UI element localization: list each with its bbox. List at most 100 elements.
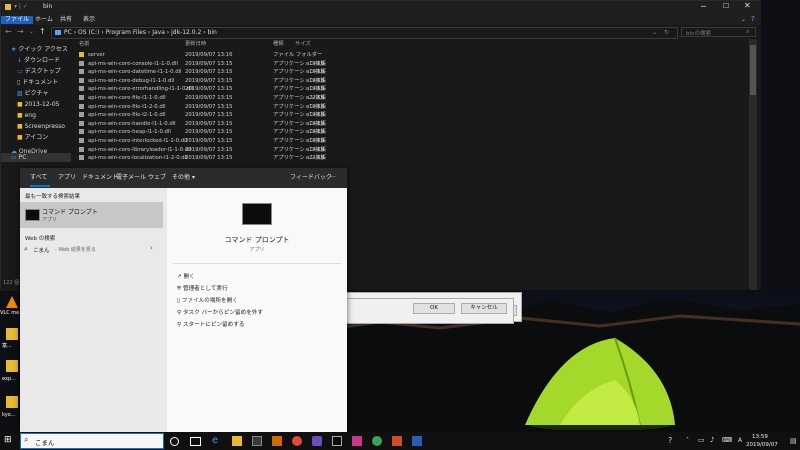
feedback-button[interactable]: フィードバック — [290, 168, 332, 188]
store-icon[interactable] — [252, 436, 262, 446]
breadcrumb-jdk[interactable]: jdk-12.0.2 — [171, 29, 201, 36]
help-icon[interactable]: ? — [751, 15, 755, 23]
chevron-up-icon[interactable]: ˄ — [686, 437, 689, 444]
action-pin-start[interactable]: ⚲ スタートにピン留めする — [177, 320, 244, 330]
dialog-front-cancel-button[interactable]: キャンセル — [461, 303, 507, 314]
breadcrumb-os[interactable]: OS (C:) — [78, 29, 99, 36]
maximize-button[interactable]: ☐ — [723, 2, 729, 10]
filter-more[interactable]: その他 ▾ — [172, 168, 195, 188]
column-date[interactable]: 更新日時 — [185, 40, 206, 48]
windows-start-icon[interactable]: ⊞ — [4, 436, 12, 445]
ime-indicator[interactable]: A — [738, 437, 742, 444]
taskbar-search-box[interactable]: ⌕ こまん — [20, 433, 164, 449]
back-icon[interactable]: ← — [5, 27, 12, 36]
best-match-item[interactable]: コマンド プロンプト アプリ — [20, 202, 163, 228]
column-name[interactable]: 名前 — [79, 40, 90, 48]
file-row[interactable]: api-ms-win-core-heap-l1-1-0.dll 2019/09/0… — [73, 128, 761, 136]
command-prompt-taskbar-icon[interactable] — [332, 436, 342, 446]
notification-icon[interactable]: ▤ — [790, 437, 797, 445]
scrollbar[interactable] — [749, 39, 757, 291]
file-row[interactable]: api-ms-win-core-file-l1-2-0.dll 2019/09/0… — [73, 103, 761, 111]
clock-time[interactable]: 13:59 — [752, 434, 768, 440]
breadcrumb-program-files[interactable]: Program Files — [106, 29, 146, 36]
ribbon-expand-icon[interactable]: ⌄ — [741, 16, 746, 23]
address-bar[interactable]: PC › OS (C:) › Program Files › Java › jd… — [51, 27, 678, 39]
tab-view[interactable]: 表示 — [79, 16, 99, 24]
app-icon-red[interactable] — [392, 436, 402, 446]
filter-email[interactable]: 電子メール — [116, 168, 146, 188]
action-run-as-admin[interactable]: ⛨ 管理者として実行 — [177, 284, 228, 294]
dialog-front-ok-button[interactable]: OK — [413, 303, 455, 314]
action-open[interactable]: ↗ 開く — [177, 272, 195, 282]
up-icon[interactable]: ↑ — [39, 27, 46, 36]
nav-pictures[interactable]: ▨ ピクチャ — [17, 89, 49, 98]
nav-folder-icons[interactable]: ■ アイコン — [17, 133, 48, 142]
file-row[interactable]: api-ms-win-core-localization-l1-2-0.dll 2… — [73, 154, 761, 162]
search-box[interactable]: binの検索 ⌕ — [681, 27, 756, 37]
help-icon[interactable]: ? — [668, 436, 672, 445]
folder-icon[interactable] — [6, 396, 18, 408]
file-row[interactable]: api-ms-win-core-errorhandling-l1-1-0.dll… — [73, 85, 761, 93]
edge-icon[interactable]: e — [212, 436, 222, 446]
vlc-icon[interactable] — [6, 296, 18, 308]
filter-web[interactable]: ウェブ — [148, 168, 166, 188]
close-button[interactable]: ✕ — [744, 1, 751, 10]
file-row[interactable]: api-ms-win-core-console-l1-1-0.dll 2019/0… — [73, 60, 761, 68]
address-dropdown-icon[interactable]: ⌄ — [652, 29, 657, 36]
tab-file[interactable]: ファイル — [1, 16, 34, 24]
nav-quick-access[interactable]: ★ クイック アクセス — [11, 45, 68, 54]
file-row[interactable]: server 2019/09/07 13:16 ファイル フォルダー — [73, 51, 761, 59]
breadcrumb-pc[interactable]: PC — [64, 29, 72, 36]
file-row[interactable]: api-ms-win-core-file-l2-1-0.dll 2019/09/0… — [73, 111, 761, 119]
file-row[interactable]: api-ms-win-core-handle-l1-1-0.dll 2019/09… — [73, 120, 761, 128]
quick-access-toolbar[interactable]: ▾ | ✓ — [14, 3, 28, 10]
tab-home[interactable]: ホーム — [31, 16, 57, 24]
breadcrumb-java[interactable]: Java — [152, 29, 165, 36]
app-icon-blue[interactable] — [412, 436, 422, 446]
column-type[interactable]: 種類 — [273, 40, 284, 48]
file-row[interactable]: api-ms-win-core-datetime-l1-1-0.dll 2019/… — [73, 68, 761, 76]
file-date: 2019/09/07 13:15 — [185, 120, 233, 127]
app-icon-orange[interactable] — [272, 436, 282, 446]
filter-apps[interactable]: アプリ — [58, 168, 76, 188]
volume-icon[interactable]: ♪ — [710, 436, 714, 444]
file-explorer-icon[interactable] — [232, 436, 242, 446]
file-row[interactable]: api-ms-win-core-interlocked-l1-1-0.dll 20… — [73, 137, 761, 145]
filter-documents[interactable]: ドキュメント — [82, 168, 118, 188]
chevron-right-icon: › — [150, 244, 153, 252]
action-unpin-taskbar[interactable]: ⚲ タスク バーからピン留めを外す — [177, 308, 263, 318]
file-row[interactable]: api-ms-win-core-file-l1-1-0.dll 2019/09/0… — [73, 94, 761, 102]
scrollbar-thumb[interactable] — [750, 45, 756, 95]
clock-date[interactable]: 2019/09/07 — [746, 442, 778, 448]
action-open-file-location[interactable]: ▯ ファイルの場所を開く — [177, 296, 238, 306]
cortana-icon[interactable] — [170, 437, 179, 446]
more-options-button[interactable]: ··· — [330, 168, 336, 188]
nav-pc[interactable]: ▭ PC — [1, 153, 71, 162]
nav-folder-screenpresso[interactable]: ■ Screenpresso — [17, 122, 65, 131]
chrome-icon[interactable] — [292, 436, 302, 446]
folder-icon[interactable] — [6, 360, 18, 372]
app-icon-purple[interactable] — [312, 436, 322, 446]
nav-desktop[interactable]: ▭ デスクトップ — [17, 67, 61, 76]
file-size: 19 KB — [309, 60, 325, 67]
tab-share[interactable]: 共有 — [56, 16, 76, 24]
web-search-item[interactable]: ⌕ こまん - Web 結果を見る › — [20, 244, 163, 256]
nav-folder-2013[interactable]: ■ 2013-12-05 — [17, 100, 59, 109]
file-row[interactable]: api-ms-win-core-debug-l1-1-0.dll 2019/09/… — [73, 77, 761, 85]
network-icon[interactable]: ▭ — [698, 436, 705, 444]
minimize-button[interactable]: ─ — [701, 2, 706, 11]
task-view-icon[interactable] — [190, 437, 201, 446]
forward-icon[interactable]: → — [17, 27, 24, 36]
file-row[interactable]: api-ms-win-core-libraryloader-l1-1-0.dll… — [73, 146, 761, 154]
breadcrumb-bin[interactable]: bin — [208, 29, 217, 36]
folder-icon[interactable] — [6, 328, 18, 340]
recent-chevron-icon[interactable]: ⌄ — [29, 28, 34, 35]
nav-folder-eng[interactable]: ■ eng — [17, 111, 36, 120]
refresh-icon[interactable]: ↻ — [664, 29, 669, 36]
app-icon-green[interactable] — [372, 436, 382, 446]
nav-downloads[interactable]: ↓ ダウンロード — [17, 56, 60, 65]
column-size[interactable]: サイズ — [295, 40, 311, 48]
nav-documents[interactable]: ▯ ドキュメント — [17, 78, 58, 87]
app-icon-pink[interactable] — [352, 436, 362, 446]
keyboard-icon[interactable]: ⌨ — [722, 436, 732, 444]
